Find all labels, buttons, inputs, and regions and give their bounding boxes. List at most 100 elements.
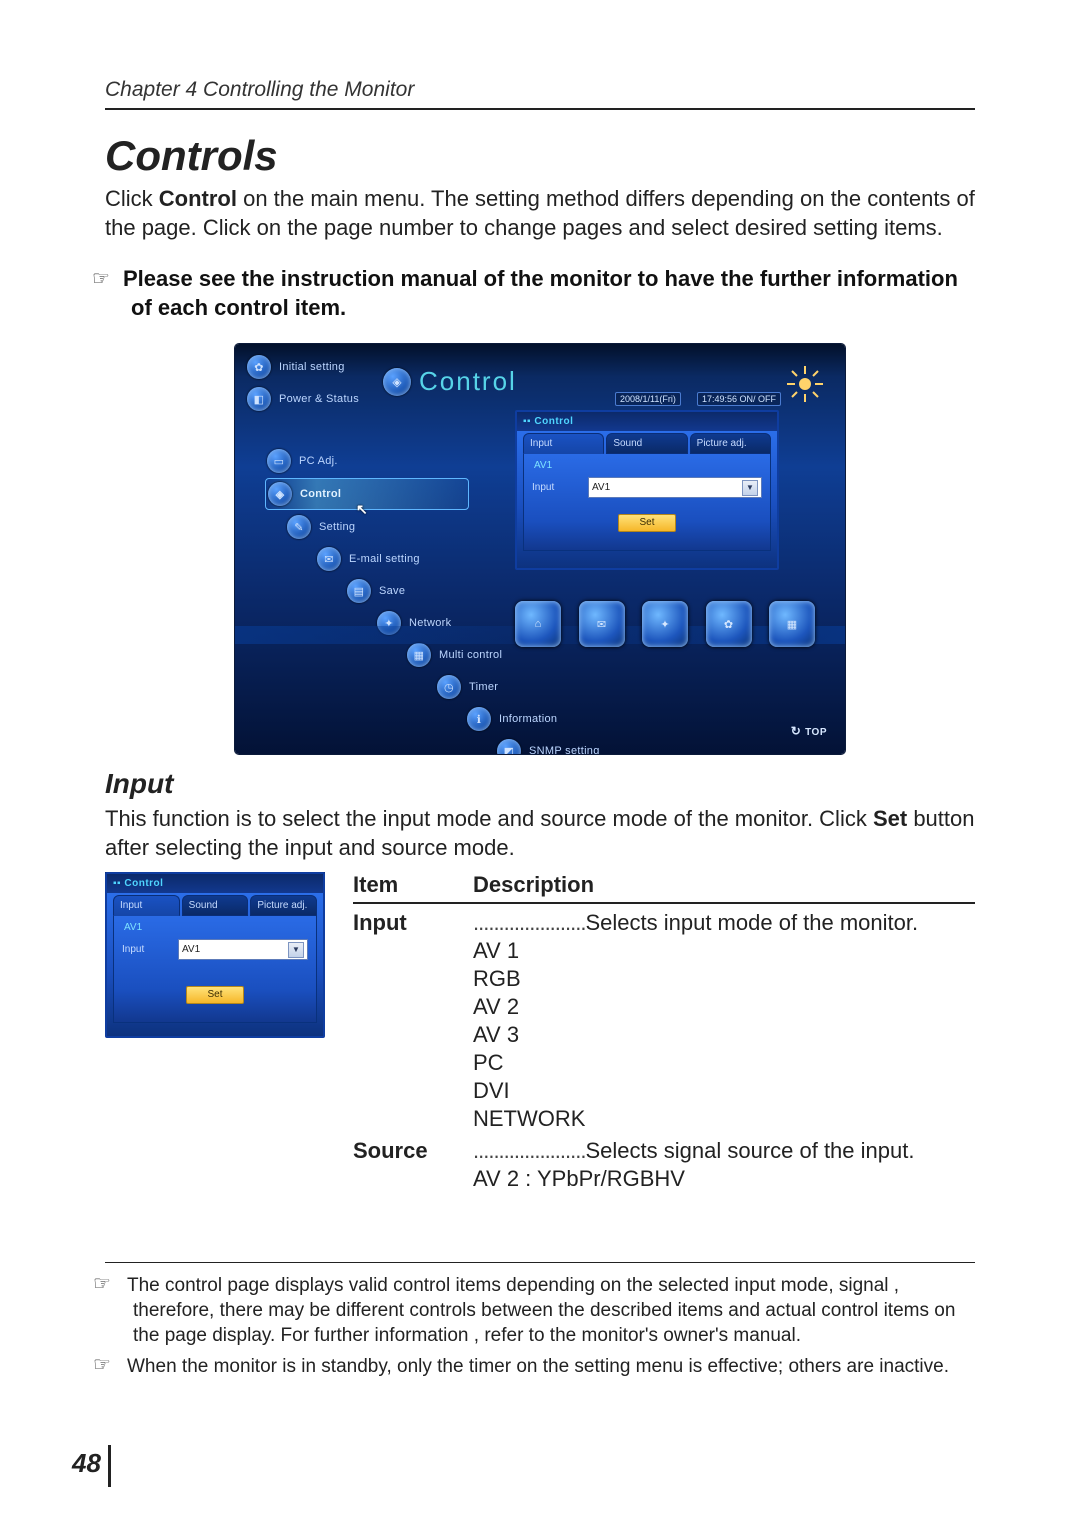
intro-text-a: Click: [105, 186, 159, 211]
snmp-icon: ◩: [497, 739, 521, 754]
section-title: Controls: [105, 132, 975, 180]
footnote-2: ☞When the monitor is in standby, only th…: [105, 1352, 975, 1380]
row-option: RGB: [353, 966, 975, 992]
cursor-icon: ↖: [356, 501, 368, 518]
menu-label: Setting: [319, 521, 355, 533]
input-select-value: AV1: [592, 482, 610, 493]
panel-title-prefix: ▪▪: [523, 416, 534, 427]
monitor-icon: ▭: [267, 449, 291, 473]
footnote-text: The control page displays valid control …: [127, 1275, 955, 1345]
pointing-hand-icon: ☞: [105, 1352, 127, 1378]
menu-label: Initial setting: [279, 361, 345, 373]
page-number: 48: [72, 1448, 101, 1479]
mini-tab-input[interactable]: Input: [113, 895, 180, 916]
menu-initial-setting[interactable]: ✿ Initial setting: [245, 352, 600, 382]
footnote-separator: [105, 1262, 975, 1263]
status-icon: ◧: [247, 387, 271, 411]
tab-sound[interactable]: Sound: [606, 433, 687, 454]
sun-icon: [785, 364, 825, 404]
mini-tab-picture-adj[interactable]: Picture adj.: [250, 895, 317, 916]
bottom-icon-row: ⌂ ✉ ✦ ✿ ▦: [515, 594, 815, 654]
control-panel: ▪▪ Control Input Sound Picture adj. AV1 …: [515, 410, 779, 570]
top-link[interactable]: TOP: [791, 724, 827, 738]
input-label: Input: [532, 482, 580, 493]
menu-label: Control: [300, 488, 341, 500]
tab-picture-adj[interactable]: Picture adj.: [690, 433, 771, 454]
mini-subhead: AV1: [122, 920, 308, 939]
menu-label: Power & Status: [279, 393, 359, 405]
panel-title-prefix: ▪▪: [113, 878, 124, 889]
th-description: Description: [473, 872, 594, 898]
mini-control-panel: ▪▪ Control Input Sound Picture adj. AV1 …: [105, 872, 325, 1038]
leader-dots: [473, 910, 585, 935]
row-item: Source: [353, 1138, 473, 1164]
pointing-hand-icon: ☞: [105, 266, 123, 292]
menu-label: Multi control: [439, 649, 502, 661]
control-icon: ◈: [268, 482, 292, 506]
section-intro: Click Control on the main menu. The sett…: [105, 184, 975, 242]
page-number-bar: [108, 1445, 111, 1487]
input-intro-bold: Set: [873, 806, 907, 831]
thumb-star-icon[interactable]: ✦: [642, 601, 688, 647]
gear-icon: ✿: [247, 355, 271, 379]
row-desc: Selects signal source of the input.: [585, 1138, 914, 1163]
chapter-heading: Chapter 4 Controlling the Monitor: [105, 78, 975, 110]
menu-label: Save: [379, 585, 405, 597]
menu-label: Timer: [469, 681, 498, 693]
mini-panel-title: Control: [124, 878, 163, 889]
menu-snmp-setting[interactable]: ◩ SNMP setting: [495, 736, 600, 754]
thumb-home-icon[interactable]: ⌂: [515, 601, 561, 647]
panel-title: Control: [534, 416, 573, 427]
row-desc: Selects input mode of the monitor.: [585, 910, 918, 935]
row-option: AV 1: [353, 938, 975, 964]
mini-input-select[interactable]: AV1 ▼: [178, 939, 308, 960]
menu-label: Information: [499, 713, 557, 725]
thumb-grid-icon[interactable]: ▦: [769, 601, 815, 647]
menu-information[interactable]: ℹ Information: [465, 704, 600, 734]
panel-subhead: AV1: [532, 458, 762, 477]
leader-dots: [473, 1138, 585, 1163]
mini-input-select-value: AV1: [182, 944, 200, 955]
input-intro: This function is to select the input mod…: [105, 804, 975, 862]
chevron-down-icon: ▼: [288, 942, 304, 958]
footnote-text: When the monitor is in standby, only the…: [127, 1356, 949, 1377]
intro-bold: Control: [159, 186, 237, 211]
row-option: AV 3: [353, 1022, 975, 1048]
row-option: DVI: [353, 1078, 975, 1104]
row-option: PC: [353, 1050, 975, 1076]
thumb-mail-icon[interactable]: ✉: [579, 601, 625, 647]
time-readout: 17:49:56 ON/ OFF: [697, 392, 781, 406]
note-text: Please see the instruction manual of the…: [123, 266, 958, 320]
th-item: Item: [353, 872, 473, 898]
screenshot-control-page: ◈ Control 2008/1/11(Fri) 17:49:56 ON/ OF…: [235, 344, 845, 754]
mini-input-label: Input: [122, 944, 170, 955]
row-option: NETWORK: [353, 1106, 975, 1132]
multi-icon: ▦: [407, 643, 431, 667]
menu-control[interactable]: ◈Control↖: [265, 478, 469, 510]
mini-tab-sound[interactable]: Sound: [182, 895, 249, 916]
section-note: ☞Please see the instruction manual of th…: [105, 264, 975, 322]
mail-icon: ✉: [317, 547, 341, 571]
date-readout: 2008/1/11(Fri): [615, 392, 681, 406]
row-option: AV 2: [353, 994, 975, 1020]
info-icon: ℹ: [467, 707, 491, 731]
menu-label: PC Adj.: [299, 455, 338, 467]
set-button[interactable]: Set: [618, 514, 676, 532]
menu-label: SNMP setting: [529, 745, 600, 754]
tab-input[interactable]: Input: [523, 433, 604, 454]
input-select[interactable]: AV1 ▼: [588, 477, 762, 498]
thumb-gear-icon[interactable]: ✿: [706, 601, 752, 647]
input-intro-a: This function is to select the input mod…: [105, 806, 873, 831]
wrench-icon: ✎: [287, 515, 311, 539]
menu-timer[interactable]: ◷ Timer: [435, 672, 600, 702]
menu-label: E-mail setting: [349, 553, 420, 565]
footnote-1: ☞The control page displays valid control…: [105, 1271, 975, 1348]
save-icon: ▤: [347, 579, 371, 603]
clock-icon: ◷: [437, 675, 461, 699]
row-option: AV 2 : YPbPr/RGBHV: [353, 1166, 975, 1192]
item-description-table: Item Description Input Selects input mod…: [353, 872, 975, 1192]
mini-screenshot: ▪▪ Control Input Sound Picture adj. AV1 …: [105, 872, 325, 1034]
input-subtitle: Input: [105, 768, 975, 800]
chevron-down-icon: ▼: [742, 480, 758, 496]
mini-set-button[interactable]: Set: [186, 986, 244, 1004]
